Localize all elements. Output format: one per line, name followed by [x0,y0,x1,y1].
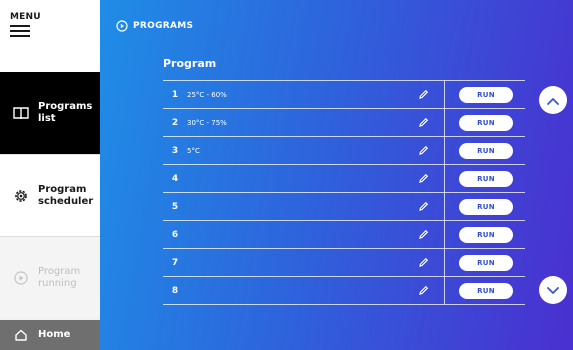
gear-icon [12,187,30,205]
program-name: 30°C - 75% [187,118,227,127]
menu-label: MENU [10,12,41,22]
pencil-icon[interactable] [414,86,432,104]
program-number: 7 [171,257,179,268]
program-name: 5°C [187,146,200,155]
run-button[interactable]: RUN [459,254,513,271]
breadcrumb-label: PROGRAMS [133,21,194,31]
program-number: 4 [171,173,179,184]
breadcrumb: PROGRAMS [116,20,193,32]
run-button[interactable]: RUN [459,170,513,187]
column-divider [444,165,445,192]
sidebar-item-program-running: Program running [0,236,100,318]
table-row: 6 RUN [163,220,525,248]
sidebar-item-program-scheduler[interactable]: Program scheduler [0,154,100,236]
sidebar-item-label: Home [38,329,71,340]
program-number: 1 [171,89,179,100]
table-row: 7 RUN [163,248,525,276]
sidebar: MENU Programs list Program scheduler Pro… [0,0,110,350]
program-number: 2 [171,117,179,128]
column-divider [444,277,445,304]
column-divider [444,137,445,164]
column-divider [444,109,445,136]
sidebar-item-programs-list[interactable]: Programs list [0,72,110,154]
column-divider [444,193,445,220]
play-circle-icon [12,269,30,287]
program-number: 3 [171,145,179,156]
pencil-icon[interactable] [414,226,432,244]
pencil-icon[interactable] [414,170,432,188]
main-panel: PROGRAMS Program 1 25°C - 60% RUN 2 30°C… [100,0,573,350]
table-row: 3 5°C RUN [163,136,525,164]
menu-button[interactable]: MENU [0,0,100,72]
pencil-icon[interactable] [414,282,432,300]
scroll-up-button[interactable] [539,86,567,114]
run-button[interactable]: RUN [459,86,513,103]
program-table: 1 25°C - 60% RUN 2 30°C - 75% RUN 3 5°C … [163,80,525,305]
program-number: 8 [171,285,179,296]
pencil-icon[interactable] [414,254,432,272]
table-row: 5 RUN [163,192,525,220]
run-button[interactable]: RUN [459,114,513,131]
column-divider [444,221,445,248]
table-row: 8 RUN [163,276,525,305]
column-divider [444,81,445,108]
chevron-down-icon [546,281,560,300]
program-number: 6 [171,229,179,240]
run-button[interactable]: RUN [459,226,513,243]
hamburger-icon [10,25,30,39]
book-icon [12,104,30,122]
sidebar-item-label: Programs list [38,101,93,124]
column-divider [444,249,445,276]
table-row: 1 25°C - 60% RUN [163,80,525,108]
home-icon [12,326,30,344]
table-title: Program [163,57,217,70]
sidebar-item-label: Program running [38,265,81,289]
pencil-icon[interactable] [414,198,432,216]
pencil-icon[interactable] [414,142,432,160]
table-row: 2 30°C - 75% RUN [163,108,525,136]
run-button[interactable]: RUN [459,282,513,299]
sidebar-item-home[interactable]: Home [0,320,100,350]
program-name: 25°C - 60% [187,90,227,99]
program-number: 5 [171,201,179,212]
scroll-down-button[interactable] [539,276,567,304]
play-circle-icon [116,20,128,32]
run-button[interactable]: RUN [459,142,513,159]
chevron-up-icon [546,91,560,110]
pencil-icon[interactable] [414,114,432,132]
table-row: 4 RUN [163,164,525,192]
sidebar-item-label: Program scheduler [38,183,94,207]
run-button[interactable]: RUN [459,198,513,215]
